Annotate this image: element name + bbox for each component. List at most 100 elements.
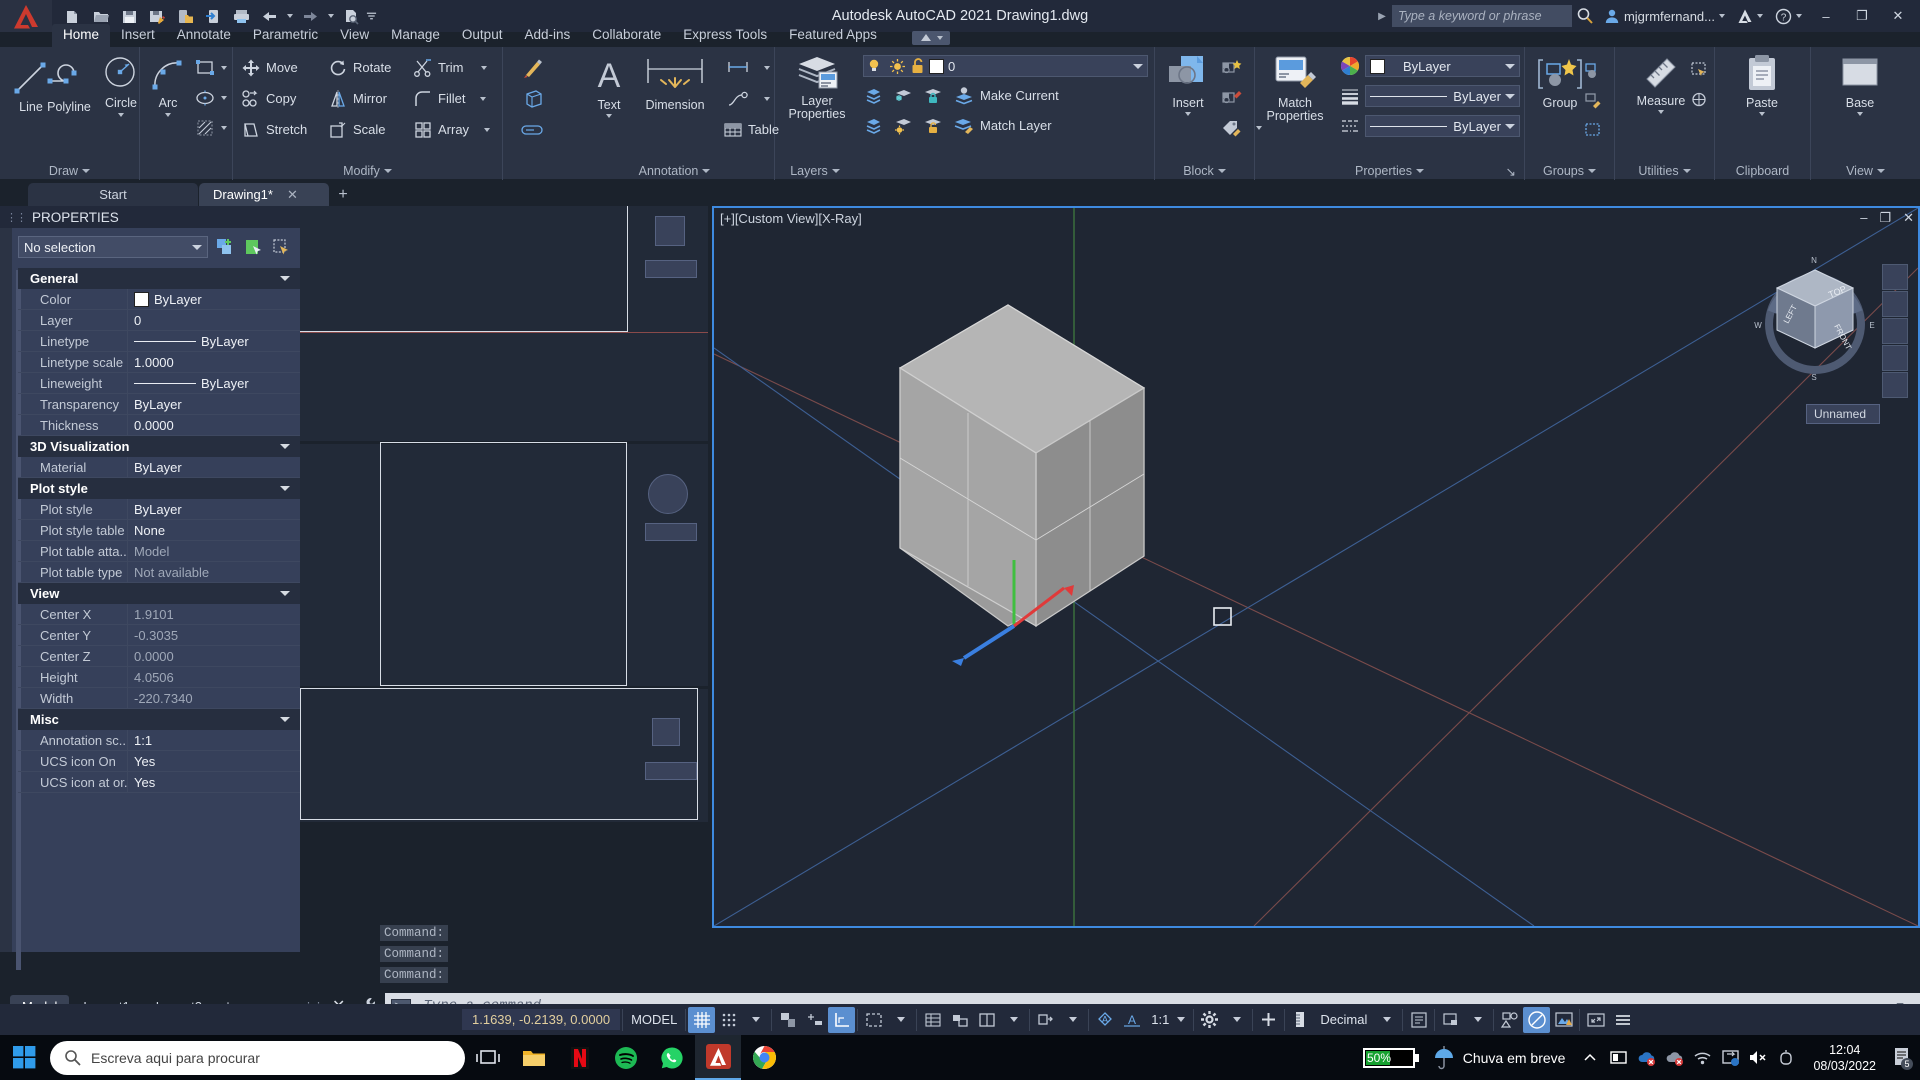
- isometric-drafting-toggle[interactable]: [828, 1006, 856, 1033]
- color-combo-caret[interactable]: [1505, 63, 1515, 69]
- edit-polyline-button[interactable]: [521, 55, 545, 80]
- display-icon[interactable]: [1605, 1035, 1631, 1080]
- panel-title-view[interactable]: View: [1811, 164, 1920, 178]
- layer-isolate-button[interactable]: [863, 83, 883, 108]
- viewport-maximize-button[interactable]: ❐: [1879, 210, 1891, 226]
- property-row[interactable]: Linetype ByLayer: [18, 330, 300, 352]
- property-value-cell[interactable]: Not available: [128, 565, 300, 580]
- autodesk-app-menu[interactable]: [1731, 3, 1769, 29]
- quick-select-icon[interactable]: [270, 236, 292, 258]
- explode-button[interactable]: [521, 117, 545, 142]
- new-file-tab-button[interactable]: +: [330, 183, 356, 206]
- property-row[interactable]: Lineweight ByLayer: [18, 372, 300, 394]
- trim-button[interactable]: Trim: [413, 55, 487, 80]
- palette-grip-icon[interactable]: ⋮⋮: [6, 211, 27, 224]
- ribbon-tab-home[interactable]: Home: [52, 24, 111, 47]
- viewport-close-button[interactable]: ✕: [1903, 210, 1914, 226]
- ribbon-tab-insert[interactable]: Insert: [110, 24, 166, 47]
- viewport-config-toggle[interactable]: [973, 1007, 1000, 1033]
- ribbon-tab-collaborate[interactable]: Collaborate: [581, 24, 672, 47]
- property-value-cell[interactable]: -220.7340: [128, 691, 300, 706]
- stretch-button[interactable]: Stretch: [241, 117, 307, 142]
- autoscale-toggle[interactable]: [946, 1007, 973, 1033]
- quick-select-button[interactable]: [1689, 57, 1709, 82]
- property-value-cell[interactable]: ByLayer: [128, 291, 300, 307]
- zoom-extents-icon[interactable]: [1882, 318, 1908, 344]
- property-value-cell[interactable]: ByLayer: [128, 376, 300, 391]
- panel-title-groups[interactable]: Groups: [1525, 164, 1614, 178]
- workspace-caret[interactable]: [1059, 1007, 1086, 1033]
- close-button[interactable]: ✕: [1880, 0, 1916, 32]
- annotation-visibility-toggle[interactable]: [919, 1007, 946, 1033]
- property-row[interactable]: Plot style ByLayer: [18, 498, 300, 520]
- volume-muted-icon[interactable]: [1745, 1035, 1771, 1080]
- property-group-header[interactable]: Plot style: [18, 478, 300, 499]
- property-group-header[interactable]: 3D Visualization: [18, 436, 300, 457]
- units-icon[interactable]: [1287, 1007, 1314, 1033]
- ribbon-tab-output[interactable]: Output: [451, 24, 514, 47]
- property-row[interactable]: Plot table atta... Model: [18, 540, 300, 562]
- lock-ui-icon[interactable]: [1437, 1007, 1464, 1033]
- paste-button[interactable]: Paste: [1733, 53, 1791, 116]
- ribbon-tab-parametric[interactable]: Parametric: [242, 24, 329, 47]
- ribbon-tab-view[interactable]: View: [329, 24, 380, 47]
- onedrive-personal-icon[interactable]: [1661, 1035, 1687, 1080]
- property-value-cell[interactable]: Model: [128, 544, 300, 559]
- viewcube[interactable]: TOP FRONT LEFT N S E W: [1750, 252, 1880, 382]
- property-value-cell[interactable]: 0: [128, 313, 300, 328]
- edit-block-button[interactable]: [1221, 85, 1243, 110]
- clean-screen-icon[interactable]: [1582, 1007, 1609, 1033]
- pan-icon[interactable]: [1882, 291, 1908, 317]
- mirror-button[interactable]: Mirror: [328, 86, 387, 111]
- active-viewport[interactable]: [+][Custom View][X-Ray] – ❐ ✕ TOP FRONT …: [712, 206, 1920, 928]
- model-space-button[interactable]: MODEL: [625, 1007, 683, 1033]
- property-row[interactable]: Width -220.7340: [18, 687, 300, 709]
- workspace-switching-icon[interactable]: [1032, 1007, 1059, 1033]
- onedrive-icon[interactable]: [1633, 1035, 1659, 1080]
- property-row[interactable]: Transparency ByLayer: [18, 393, 300, 415]
- customization-menu-icon[interactable]: [1609, 1007, 1636, 1033]
- property-value-cell[interactable]: 1:1: [128, 733, 300, 748]
- customization-plus-icon[interactable]: [1255, 1007, 1282, 1033]
- autocad-icon[interactable]: [695, 1035, 741, 1080]
- lineweight-combo-caret[interactable]: [1505, 93, 1515, 99]
- panel-title-modify[interactable]: Modify: [233, 164, 502, 178]
- annotation-scale-icon[interactable]: A: [1118, 1007, 1145, 1033]
- navigation-bar[interactable]: [1882, 264, 1908, 399]
- property-value-cell[interactable]: ByLayer: [128, 397, 300, 412]
- coordinates-display[interactable]: 1.1639, -0.2139, 0.0000: [462, 1009, 621, 1030]
- create-block-button[interactable]: [1221, 55, 1243, 80]
- polyline-button[interactable]: Polyline: [38, 55, 100, 114]
- rectangle-button[interactable]: [194, 55, 227, 80]
- view-name-dropdown[interactable]: Unnamed: [1805, 404, 1880, 424]
- property-group-header[interactable]: View: [18, 583, 300, 604]
- match-layer-button[interactable]: Match Layer: [953, 113, 1052, 138]
- onedrive-sync-icon[interactable]: [1717, 1035, 1743, 1080]
- isolate-objects-icon[interactable]: [1496, 1007, 1523, 1033]
- property-row[interactable]: Material ByLayer: [18, 456, 300, 478]
- circle-button[interactable]: Circle: [97, 51, 145, 117]
- linetype-icon[interactable]: [1339, 115, 1361, 137]
- units-caret[interactable]: [1373, 1007, 1400, 1033]
- file-tab-drawing1[interactable]: Drawing1* ✕: [199, 183, 329, 206]
- grid-display-toggle[interactable]: [688, 1006, 716, 1033]
- panel-title-draw[interactable]: Draw: [0, 164, 139, 178]
- text-button[interactable]: A Text: [580, 53, 638, 118]
- panel-title-clipboard[interactable]: Clipboard: [1715, 164, 1810, 178]
- group-collapse-icon[interactable]: [280, 591, 290, 596]
- property-row[interactable]: Center Z 0.0000: [18, 645, 300, 667]
- panel-title-properties[interactable]: Properties ↘: [1255, 164, 1524, 179]
- property-row[interactable]: UCS icon at or... Yes: [18, 771, 300, 793]
- property-group-header[interactable]: Misc: [18, 709, 300, 730]
- ribbon-tab-featured-apps[interactable]: Featured Apps: [778, 24, 888, 47]
- ribbon-tab-express-tools[interactable]: Express Tools: [672, 24, 778, 47]
- leader-button[interactable]: [725, 86, 770, 111]
- property-value-cell[interactable]: -0.3035: [128, 628, 300, 643]
- property-value-cell[interactable]: 1.9101: [128, 607, 300, 622]
- group-collapse-icon[interactable]: [280, 486, 290, 491]
- group-selection-toggle[interactable]: [1583, 117, 1603, 142]
- workspace-gear-icon[interactable]: [1196, 1007, 1223, 1033]
- property-row[interactable]: Center Y -0.3035: [18, 624, 300, 646]
- ribbon-tab-add-ins[interactable]: Add-ins: [513, 24, 581, 47]
- pickadd-icon[interactable]: [214, 236, 236, 258]
